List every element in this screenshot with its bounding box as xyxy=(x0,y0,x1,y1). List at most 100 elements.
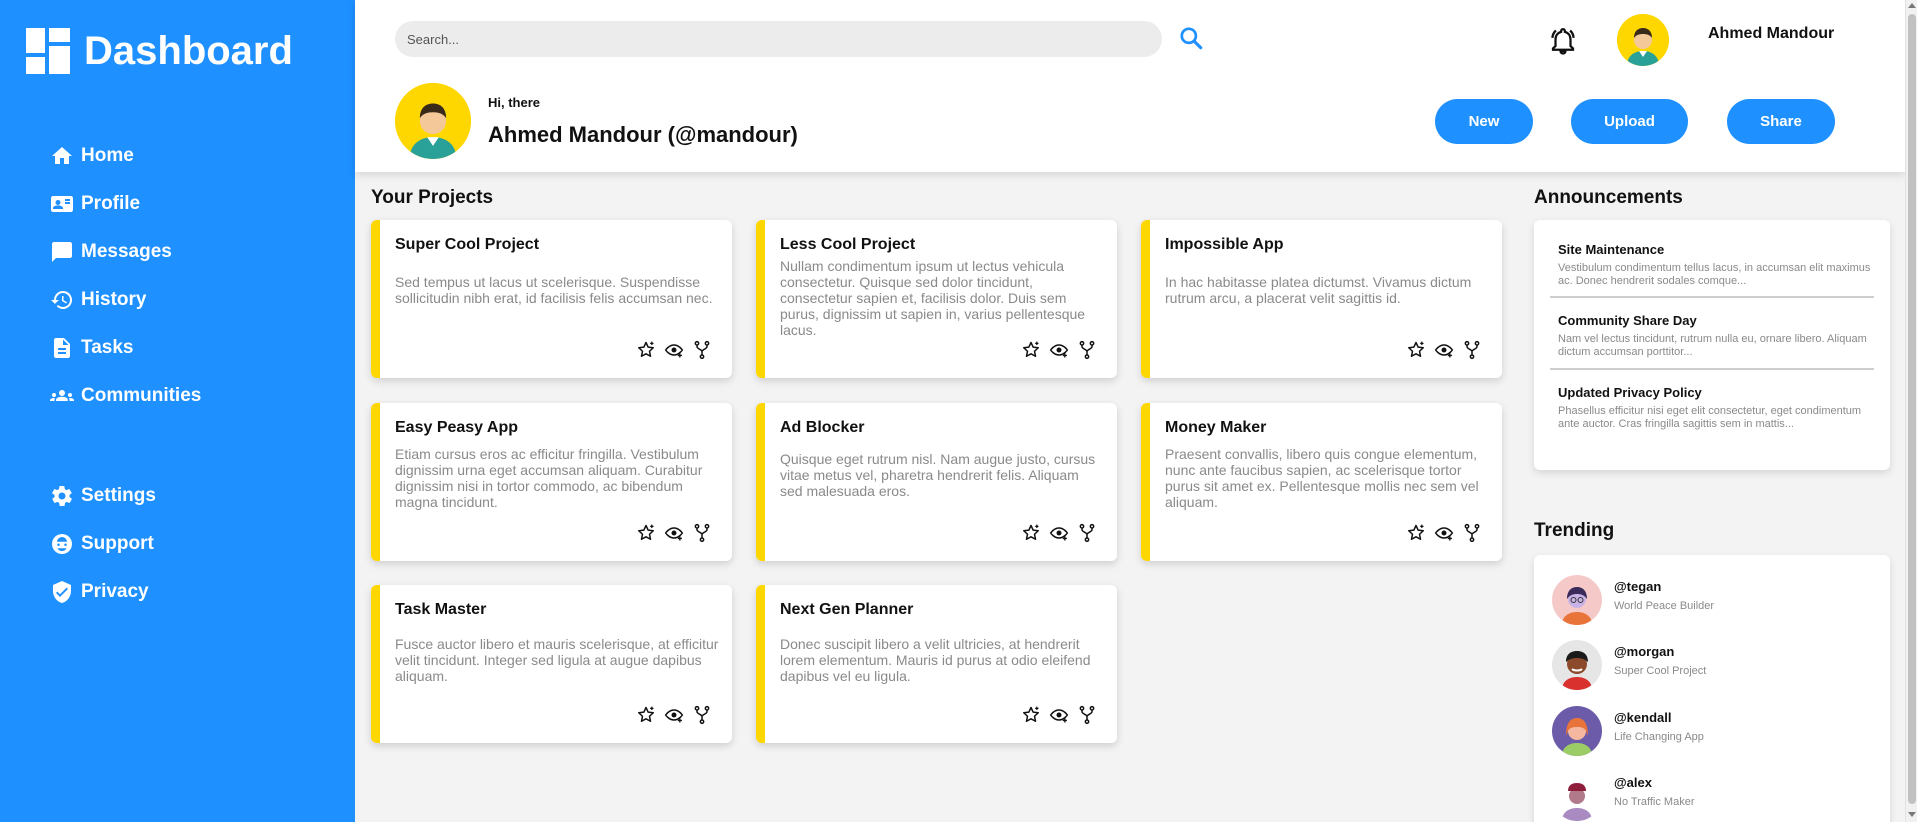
user-avatar-icon xyxy=(1617,14,1669,66)
fork-icon[interactable] xyxy=(1077,523,1097,543)
star-icon[interactable] xyxy=(636,523,656,543)
star-icon[interactable] xyxy=(1406,340,1426,360)
trending-subtitle: Life Changing App xyxy=(1614,731,1704,743)
search-icon[interactable] xyxy=(1178,25,1204,51)
announcement-item[interactable]: Updated Privacy Policy Phasellus efficit… xyxy=(1550,385,1874,431)
scrollbar[interactable] xyxy=(1905,0,1917,822)
announcement-title: Site Maintenance xyxy=(1558,242,1665,257)
project-actions xyxy=(628,705,712,725)
fork-icon[interactable] xyxy=(1077,705,1097,725)
bell-icon[interactable] xyxy=(1548,26,1578,56)
project-card[interactable]: Next Gen Planner Donec suscipit libero a … xyxy=(756,585,1117,743)
watch-icon[interactable] xyxy=(1049,705,1069,725)
watch-icon[interactable] xyxy=(1434,523,1454,543)
project-card[interactable]: Task Master Fusce auctor libero et mauris… xyxy=(371,585,732,743)
trending-subtitle: Super Cool Project xyxy=(1614,665,1707,677)
trending-item[interactable]: @kendall Life Changing App xyxy=(1552,706,1704,756)
scroll-up-icon[interactable] xyxy=(1908,3,1916,8)
trending-handle: @alex xyxy=(1614,775,1652,790)
watch-icon[interactable] xyxy=(664,523,684,543)
support-icon xyxy=(52,534,72,554)
project-card[interactable]: Easy Peasy App Etiam cursus eros ac effic… xyxy=(371,403,732,561)
project-card[interactable]: Super Cool Project Sed tempus ut lacus ut… xyxy=(371,220,732,378)
announcement-text: Vestibulum condimentum tellus lacus, in … xyxy=(1558,262,1871,287)
project-title: Impossible App xyxy=(1165,236,1284,253)
project-actions xyxy=(1013,340,1097,360)
tegan-avatar-icon xyxy=(1552,575,1602,625)
star-icon[interactable] xyxy=(636,705,656,725)
fork-icon[interactable] xyxy=(692,340,712,360)
watch-icon[interactable] xyxy=(1434,340,1454,360)
nav-item-history[interactable]: History xyxy=(50,276,330,324)
announcement-text: Phasellus efficitur nisi eget elit conse… xyxy=(1558,405,1862,430)
watch-icon[interactable] xyxy=(664,705,684,725)
scroll-down-icon[interactable] xyxy=(1908,812,1916,817)
nav-item-messages[interactable]: Messages xyxy=(50,228,330,276)
trending-item[interactable]: @alex No Traffic Maker xyxy=(1552,771,1695,821)
history-icon xyxy=(51,290,73,309)
nav-item-tasks[interactable]: Tasks xyxy=(50,324,330,372)
new-button[interactable]: New xyxy=(1435,99,1533,144)
fork-icon[interactable] xyxy=(1462,340,1482,360)
share-button[interactable]: Share xyxy=(1727,99,1835,144)
search-input[interactable] xyxy=(395,21,1162,57)
people-icon xyxy=(50,390,74,401)
announcements-panel: Site Maintenance Vestibulum condimentum … xyxy=(1534,220,1890,470)
fork-icon[interactable] xyxy=(692,523,712,543)
brand[interactable]: Dashboard xyxy=(26,28,293,74)
star-icon[interactable] xyxy=(1021,340,1041,360)
divider xyxy=(1550,368,1874,370)
scroll-thumb[interactable] xyxy=(1908,14,1916,804)
project-description: Sed tempus ut lacus ut scelerisque. Susp… xyxy=(395,274,713,306)
nav-item-privacy[interactable]: Privacy xyxy=(50,568,330,616)
star-icon[interactable] xyxy=(636,340,656,360)
trending-panel: @tegan World Peace Builder @morgan Super… xyxy=(1534,555,1890,822)
secondary-nav: Settings Support Privacy xyxy=(50,472,330,616)
brand-title: Dashboard xyxy=(84,29,293,73)
project-actions xyxy=(628,523,712,543)
star-icon[interactable] xyxy=(1406,523,1426,543)
upload-button[interactable]: Upload xyxy=(1571,99,1688,144)
trending-item[interactable]: @morgan Super Cool Project xyxy=(1552,640,1706,690)
kendall-avatar-icon xyxy=(1552,706,1602,756)
project-title: Next Gen Planner xyxy=(780,601,914,618)
announcement-item[interactable]: Site Maintenance Vestibulum condimentum … xyxy=(1550,242,1874,288)
project-card[interactable]: Ad Blocker Quisque eget rutrum nisl. Nam … xyxy=(756,403,1117,561)
home-icon xyxy=(52,147,72,164)
watch-icon[interactable] xyxy=(1049,523,1069,543)
nav-item-settings[interactable]: Settings xyxy=(50,472,330,520)
nav-item-profile[interactable]: Profile xyxy=(50,180,330,228)
gear-icon xyxy=(52,486,72,506)
trending-title: Trending xyxy=(1534,520,1615,541)
nav-item-home[interactable]: Home xyxy=(50,132,330,180)
dashboard-logo-icon xyxy=(26,28,70,74)
announcements-title: Announcements xyxy=(1534,187,1683,208)
avatar[interactable] xyxy=(1617,14,1669,66)
fork-icon[interactable] xyxy=(1462,523,1482,543)
project-description: In hac habitasse platea dictumst. Vivamu… xyxy=(1165,274,1472,306)
nav-item-support[interactable]: Support xyxy=(50,520,330,568)
trending-handle: @morgan xyxy=(1614,644,1675,659)
fork-icon[interactable] xyxy=(1077,340,1097,360)
star-icon[interactable] xyxy=(1021,705,1041,725)
project-title: Super Cool Project xyxy=(395,236,540,253)
project-description: Nullam condimentum ipsum ut lectus vehic… xyxy=(780,258,1086,338)
watch-icon[interactable] xyxy=(664,340,684,360)
nav-item-communities[interactable]: Communities xyxy=(50,372,330,420)
project-card[interactable]: Less Cool Project Nullam condimentum ipsu… xyxy=(756,220,1117,378)
profile-avatar[interactable] xyxy=(395,83,471,159)
announcement-item[interactable]: Community Share Day Nam vel lectus tinci… xyxy=(1550,313,1874,359)
fork-icon[interactable] xyxy=(692,705,712,725)
project-description: Quisque eget rutrum nisl. Nam augue just… xyxy=(780,451,1096,499)
header: Ahmed Mandour Hi, there Ahmed Mandour (@… xyxy=(355,0,1905,172)
project-actions xyxy=(1398,523,1482,543)
trending-item[interactable]: @tegan World Peace Builder xyxy=(1552,575,1714,625)
watch-icon[interactable] xyxy=(1049,340,1069,360)
project-actions xyxy=(1398,340,1482,360)
project-card[interactable]: Money Maker Praesent convallis, libero qu… xyxy=(1141,403,1502,561)
project-actions xyxy=(1013,523,1097,543)
star-icon[interactable] xyxy=(1021,523,1041,543)
project-actions xyxy=(1013,705,1097,725)
project-card[interactable]: Impossible App In hac habitasse platea di… xyxy=(1141,220,1502,378)
project-title: Less Cool Project xyxy=(780,236,916,253)
